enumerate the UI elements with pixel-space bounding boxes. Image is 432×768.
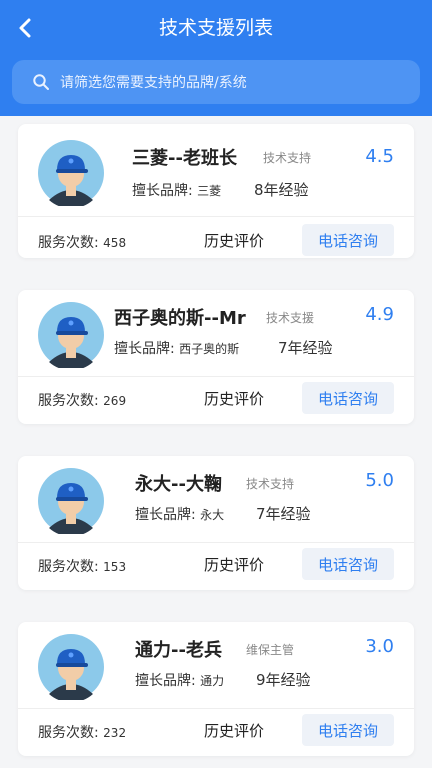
technician-avatar-icon — [38, 468, 104, 534]
brand-label: 擅长品牌: — [114, 341, 175, 357]
technician-avatar-icon — [38, 302, 104, 368]
count-label: 服务次数: — [38, 393, 99, 409]
technician-brand: 擅长品牌: 通力 — [135, 670, 224, 690]
phone-consult-button[interactable]: 电话咨询 — [302, 224, 394, 256]
brand-label: 擅长品牌: — [135, 673, 196, 689]
card-divider — [18, 708, 414, 709]
technician-name: 西子奥的斯--Mr — [114, 308, 246, 329]
technician-rating: 4.5 — [365, 146, 394, 167]
search-icon — [33, 74, 49, 90]
count-label: 服务次数: — [38, 725, 99, 741]
technician-brand: 擅长品牌: 三菱 — [132, 180, 221, 200]
count-value: 269 — [103, 394, 127, 408]
service-count: 服务次数: 269 — [38, 390, 126, 410]
page-title: 技术支援列表 — [158, 17, 273, 39]
count-label: 服务次数: — [38, 559, 99, 575]
service-count: 服务次数: 232 — [38, 722, 126, 742]
technician-experience: 7年经验 — [278, 339, 333, 357]
technician-role: 维保主管 — [246, 643, 295, 657]
count-value: 232 — [103, 726, 127, 740]
technician-rating: 3.0 — [365, 636, 394, 657]
technician-brand: 擅长品牌: 西子奥的斯 — [114, 338, 239, 358]
technician-name: 通力--老兵 — [135, 640, 222, 661]
brand-value: 通力 — [200, 674, 225, 688]
technician-role: 技术支援 — [266, 311, 315, 325]
history-reviews-button[interactable]: 历史评价 — [184, 548, 284, 580]
card-divider — [18, 216, 414, 217]
technician-name: 三菱--老班长 — [132, 148, 237, 169]
technician-experience: 9年经验 — [256, 671, 311, 689]
brand-value: 永大 — [200, 508, 225, 522]
technician-rating: 4.9 — [365, 304, 394, 325]
phone-consult-button[interactable]: 电话咨询 — [302, 714, 394, 746]
technician-experience: 8年经验 — [254, 181, 309, 199]
brand-filter-search[interactable]: 请筛选您需要支持的品牌/系统 — [12, 60, 420, 104]
brand-value: 三菱 — [197, 184, 222, 198]
card-divider — [18, 376, 414, 377]
technician-avatar-icon — [38, 634, 104, 700]
technician-card[interactable]: 永大--大鞠 技术支持 5.0 擅长品牌: 永大 7年经验 服务次数: 153 … — [18, 456, 414, 590]
technician-brand: 擅长品牌: 永大 — [135, 504, 224, 524]
search-placeholder: 请筛选您需要支持的品牌/系统 — [60, 75, 247, 91]
phone-consult-button[interactable]: 电话咨询 — [302, 548, 394, 580]
history-reviews-button[interactable]: 历史评价 — [184, 714, 284, 746]
technician-card[interactable]: 西子奥的斯--Mr 技术支援 4.9 擅长品牌: 西子奥的斯 7年经验 服务次数… — [18, 290, 414, 424]
history-reviews-button[interactable]: 历史评价 — [184, 224, 284, 256]
technician-avatar-icon — [38, 140, 104, 206]
history-reviews-button[interactable]: 历史评价 — [184, 382, 284, 414]
technician-role: 技术支持 — [246, 477, 295, 491]
count-value: 458 — [103, 236, 127, 250]
service-count: 服务次数: 153 — [38, 556, 126, 576]
technician-rating: 5.0 — [365, 470, 394, 491]
technician-card[interactable]: 通力--老兵 维保主管 3.0 擅长品牌: 通力 9年经验 服务次数: 232 … — [18, 622, 414, 756]
brand-label: 擅长品牌: — [132, 183, 193, 199]
brand-label: 擅长品牌: — [135, 507, 196, 523]
app-header: 技术支援列表 请筛选您需要支持的品牌/系统 — [0, 0, 432, 116]
technician-card[interactable]: 三菱--老班长 技术支持 4.5 擅长品牌: 三菱 8年经验 服务次数: 458… — [18, 124, 414, 258]
card-divider — [18, 542, 414, 543]
technician-name: 永大--大鞠 — [135, 474, 222, 495]
phone-consult-button[interactable]: 电话咨询 — [302, 382, 394, 414]
service-count: 服务次数: 458 — [38, 232, 126, 252]
count-value: 153 — [103, 560, 127, 574]
count-label: 服务次数: — [38, 235, 99, 251]
brand-value: 西子奥的斯 — [179, 342, 240, 356]
technician-role: 技术支持 — [263, 151, 312, 165]
technician-experience: 7年经验 — [256, 505, 311, 523]
